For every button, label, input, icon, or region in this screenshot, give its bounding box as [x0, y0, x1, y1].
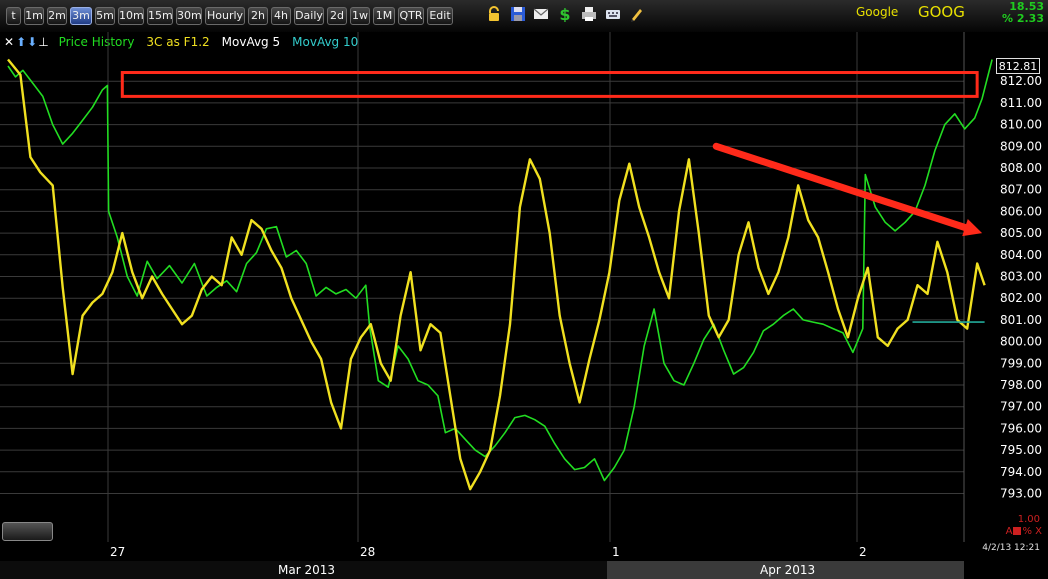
y-tick-label: 810.00: [1000, 118, 1042, 132]
resistance-box-annotation: [120, 71, 979, 98]
x-tick-label: 1: [612, 545, 620, 559]
divergence-arrow-annotation: [712, 142, 969, 232]
timeframe-qtr[interactable]: QTR: [398, 7, 424, 25]
timeframe-30m[interactable]: 30m: [176, 7, 202, 25]
month-label-mar: Mar 2013: [278, 563, 335, 577]
y-tick-label: 812.00: [1000, 74, 1042, 88]
indicator-value: 1.00: [1017, 514, 1040, 525]
y-tick-label: 799.00: [1000, 356, 1042, 370]
dollar-icon[interactable]: $: [557, 5, 573, 24]
price-chart[interactable]: 812.00 811.00 810.00 809.00 808.00 807.00 806.…: [0, 32, 1048, 561]
svg-text:$: $: [559, 6, 570, 22]
lock-icon[interactable]: [486, 6, 502, 22]
y-tick-label: 808.00: [1000, 161, 1042, 175]
timeframe-1w[interactable]: 1w: [350, 7, 370, 25]
indicator-square-icon: [1013, 527, 1022, 535]
price-change-percent: % 2.33: [1002, 12, 1044, 25]
y-tick-label: 811.00: [1000, 96, 1042, 110]
x-tick-label: 28: [360, 545, 375, 559]
timeframe-1m[interactable]: 1m: [24, 7, 44, 25]
x-tick-label: 2: [859, 545, 867, 559]
indicator-controls[interactable]: A% X: [1006, 526, 1042, 537]
x-tick-label: 27: [110, 545, 125, 559]
y-tick-label: 805.00: [1000, 226, 1042, 240]
timeframe-10m[interactable]: 10m: [118, 7, 144, 25]
pencil-icon[interactable]: [629, 6, 645, 22]
y-tick-label: 809.00: [1000, 139, 1042, 153]
y-tick-label: 793.00: [1000, 487, 1042, 501]
last-price-label: 812.81: [996, 58, 1040, 74]
chart-window: { "toolbar": { "timeframes": [ {"label":…: [0, 0, 1048, 579]
arrow-head-icon: [962, 218, 983, 237]
y-tick-label: 795.00: [1000, 443, 1042, 457]
timestamp: 4/2/13 12:21: [982, 543, 1040, 553]
timeframe-hourly[interactable]: Hourly: [205, 7, 245, 25]
y-tick-label: 796.00: [1000, 421, 1042, 435]
y-tick-label: 807.00: [1000, 183, 1042, 197]
y-tick-label: 797.00: [1000, 400, 1042, 414]
y-tick-label: 804.00: [1000, 248, 1042, 262]
scroll-handle[interactable]: [2, 522, 53, 541]
timeframe-2d[interactable]: 2d: [327, 7, 347, 25]
y-tick-label: 802.00: [1000, 291, 1042, 305]
symbol-name: Google: [856, 5, 899, 19]
timeframe-daily[interactable]: Daily: [294, 7, 324, 25]
timeframe-t[interactable]: t: [6, 7, 21, 25]
symbol-ticker[interactable]: GOOG: [918, 3, 965, 21]
timeframe-edit[interactable]: Edit: [427, 7, 453, 25]
timeframe-2h[interactable]: 2h: [248, 7, 268, 25]
y-tick-label: 801.00: [1000, 313, 1042, 327]
series-price-history: [7, 59, 993, 482]
month-label-apr: Apr 2013: [760, 563, 816, 577]
y-tick-label: 803.00: [1000, 270, 1042, 284]
timeframe-3m[interactable]: 3m: [70, 7, 92, 25]
timeframe-1m[interactable]: 1M: [373, 7, 395, 25]
keyboard-icon[interactable]: [605, 6, 621, 22]
save-icon[interactable]: [510, 6, 526, 22]
y-tick-label: 794.00: [1000, 465, 1042, 479]
y-tick-label: 800.00: [1000, 335, 1042, 349]
print-icon[interactable]: [581, 6, 597, 22]
y-tick-label: 806.00: [1000, 204, 1042, 218]
timeframe-15m[interactable]: 15m: [147, 7, 173, 25]
y-tick-label: 798.00: [1000, 378, 1042, 392]
timeframe-2m[interactable]: 2m: [47, 7, 67, 25]
mail-icon[interactable]: [533, 6, 549, 22]
timeframe-4h[interactable]: 4h: [271, 7, 291, 25]
timeframe-5m[interactable]: 5m: [95, 7, 115, 25]
